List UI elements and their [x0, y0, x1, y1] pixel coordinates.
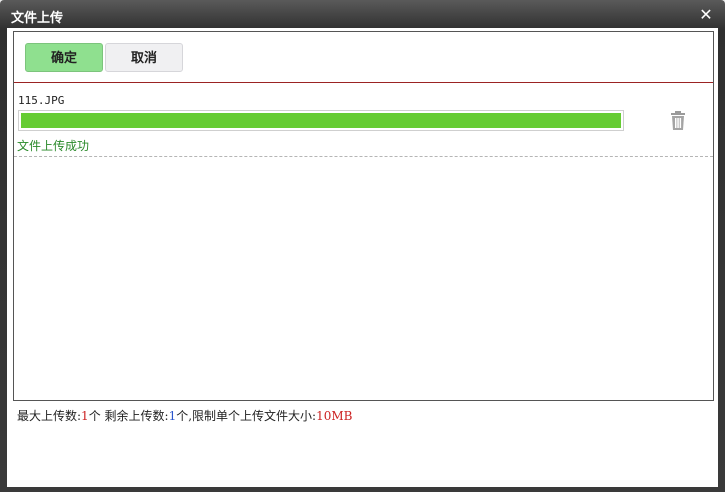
remaining-uploads-unit: 个,限制单个上传文件大小: [176, 409, 317, 423]
upload-toolbar: 确定 取消 [14, 32, 713, 83]
size-limit-value: 10MB [316, 409, 353, 423]
remaining-uploads-label: 剩余上传数: [104, 409, 169, 423]
upload-status: 文件上传成功 [17, 139, 90, 153]
cancel-button[interactable]: 取消 [105, 43, 183, 72]
file-list-item: 115.JPG 文件上传成功 [14, 94, 713, 157]
file-name: 115.JPG [18, 94, 65, 107]
upload-limits-info: 最大上传数:1个 剩余上传数:1个,限制单个上传文件大小:10MB [17, 407, 352, 424]
upload-progress-fill [21, 113, 621, 128]
upload-dialog: 文件上传 ✕ 确定 取消 115.JPG 文件上传成功 最大上传数:1个 剩余上… [0, 0, 725, 492]
dialog-titlebar[interactable]: 文件上传 ✕ [0, 0, 725, 30]
max-uploads-label: 最大上传数: [17, 409, 82, 423]
max-uploads-unit: 个 [88, 409, 105, 423]
upload-panel: 确定 取消 115.JPG 文件上传成功 [13, 31, 714, 401]
max-uploads-value: 1 [81, 409, 89, 423]
dialog-title: 文件上传 [11, 11, 64, 26]
dialog-content: 确定 取消 115.JPG 文件上传成功 最大上传数:1个 剩余上传数:1个,限… [7, 28, 718, 487]
upload-progress-bar [18, 110, 624, 131]
trash-icon[interactable] [670, 111, 686, 131]
close-icon[interactable]: ✕ [698, 7, 714, 23]
confirm-button[interactable]: 确定 [25, 43, 103, 72]
